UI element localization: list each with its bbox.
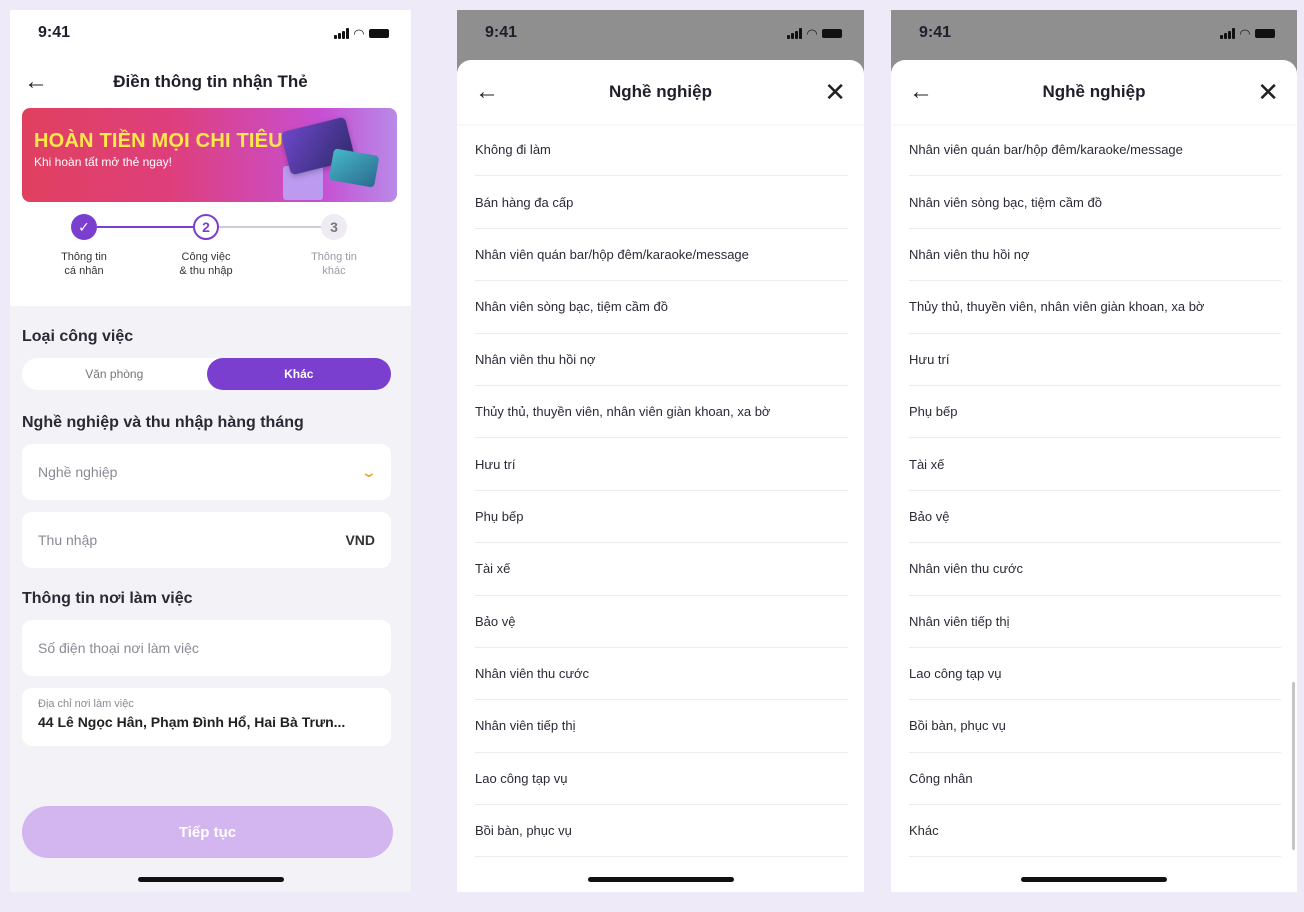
status-time: 9:41 bbox=[38, 24, 71, 41]
step-2-indicator: 2 bbox=[193, 214, 219, 240]
work-address-value: 44 Lê Ngọc Hân, Phạm Đình Hổ, Hai Bà Trư… bbox=[38, 714, 346, 730]
list-item[interactable]: Lao công tạp vụ bbox=[909, 648, 1281, 701]
occupation-picker-screen: 9:41 ◠ ← Nghề nghiệp ✕ Không đi làm Bán … bbox=[457, 10, 864, 892]
list-item[interactable]: Phụ bếp bbox=[475, 491, 848, 544]
list-item[interactable]: Phụ bếp bbox=[909, 386, 1281, 439]
list-item[interactable]: Nhân viên sòng bạc, tiệm cầm đồ bbox=[475, 281, 848, 334]
work-address-input[interactable]: Địa chỉ nơi làm việc 44 Lê Ngọc Hân, Phạ… bbox=[22, 688, 391, 746]
back-arrow-icon[interactable]: ← bbox=[909, 80, 933, 104]
home-indicator bbox=[587, 877, 734, 882]
signal-icon bbox=[787, 27, 802, 39]
status-bar: 9:41 ◠ bbox=[10, 10, 411, 56]
list-item[interactable]: Hưu trí bbox=[475, 438, 848, 491]
continue-button[interactable]: Tiếp tục bbox=[22, 806, 393, 858]
status-time: 9:41 bbox=[485, 24, 518, 41]
occupation-placeholder: Nghề nghiệp bbox=[38, 464, 118, 480]
list-item[interactable]: Nhân viên tiếp thị bbox=[909, 596, 1281, 648]
close-icon[interactable]: ✕ bbox=[1257, 79, 1279, 105]
occupation-picker-scrolled-screen: 9:41 ◠ ← Nghề nghiệp ✕ Nhân viên quán ba… bbox=[891, 10, 1297, 892]
sheet-header: ← Nghề nghiệp ✕ bbox=[457, 60, 864, 124]
home-indicator bbox=[137, 877, 284, 882]
occupation-dropdown[interactable]: Nghề nghiệp ⌄ bbox=[22, 444, 391, 500]
step-2-label: Công việc & thu nhập bbox=[179, 251, 233, 277]
list-item[interactable]: Nhân viên quán bar/hộp đêm/karaoke/messa… bbox=[475, 229, 848, 282]
occupation-bottom-sheet: ← Nghề nghiệp ✕ Không đi làm Bán hàng đa… bbox=[457, 60, 864, 892]
list-item[interactable]: Thủy thủ, thuyền viên, nhân viên giàn kh… bbox=[475, 386, 848, 439]
job-type-label: Loại công việc bbox=[22, 328, 134, 345]
list-item[interactable]: Bảo vệ bbox=[475, 596, 848, 648]
list-item[interactable]: Tài xế bbox=[475, 543, 848, 596]
list-item[interactable]: Nhân viên thu hồi nợ bbox=[475, 334, 848, 386]
list-item[interactable]: Công nhân bbox=[909, 753, 1281, 806]
occupation-bottom-sheet: ← Nghề nghiệp ✕ Nhân viên quán bar/hộp đ… bbox=[891, 60, 1297, 892]
step-3-indicator: 3 bbox=[321, 214, 347, 240]
job-type-segmented-control: Văn phòng Khác bbox=[22, 358, 391, 390]
signal-icon bbox=[1220, 27, 1235, 39]
status-icons: ◠ bbox=[334, 27, 389, 40]
battery-icon bbox=[1255, 28, 1275, 38]
job-type-option-other[interactable]: Khác bbox=[206, 358, 391, 390]
close-icon[interactable]: ✕ bbox=[824, 79, 846, 105]
status-bar: 9:41 ◠ bbox=[457, 10, 864, 56]
list-item[interactable]: Hưu trí bbox=[909, 334, 1281, 386]
page-title: Điền thông tin nhận Thẻ bbox=[113, 72, 308, 91]
progress-stepper: ✓ 2 3 Thông tin cá nhân Công việc & thu nh… bbox=[10, 202, 411, 306]
status-time: 9:41 bbox=[919, 24, 952, 41]
income-input[interactable]: Thu nhập VND bbox=[22, 512, 391, 568]
job-type-option-office[interactable]: Văn phòng bbox=[22, 367, 207, 381]
list-item[interactable]: Bồi bàn, phục vụ bbox=[909, 700, 1281, 753]
scrollbar[interactable] bbox=[1292, 682, 1295, 850]
wifi-icon: ◠ bbox=[1240, 25, 1250, 41]
sheet-title: Nghề nghiệp bbox=[1042, 82, 1146, 101]
list-item[interactable]: Bồi bàn, phục vụ bbox=[475, 805, 848, 858]
step-1-check-icon: ✓ bbox=[71, 214, 97, 240]
list-item[interactable]: Tài xế bbox=[909, 438, 1281, 491]
list-item[interactable]: Nhân viên sòng bạc, tiệm cầm đồ bbox=[909, 176, 1281, 229]
work-phone-placeholder: Số điện thoại nơi làm việc bbox=[38, 640, 199, 656]
signal-icon bbox=[334, 27, 349, 39]
income-placeholder: Thu nhập bbox=[38, 532, 98, 548]
work-address-label: Địa chỉ nơi làm việc bbox=[38, 698, 134, 710]
list-item[interactable]: Bán hàng đa cấp bbox=[475, 176, 848, 229]
wifi-icon: ◠ bbox=[354, 25, 364, 41]
screen-header: ← Điền thông tin nhận Thẻ bbox=[10, 56, 411, 108]
status-icons: ◠ bbox=[787, 27, 842, 40]
battery-icon bbox=[822, 28, 842, 38]
credit-card-illustration bbox=[328, 148, 380, 188]
step-3-label: Thông tin khác bbox=[311, 251, 357, 277]
chevron-down-icon: ⌄ bbox=[360, 463, 378, 480]
step-1-label: Thông tin cá nhân bbox=[61, 251, 107, 277]
occupation-list: Nhân viên quán bar/hộp đêm/karaoke/messa… bbox=[891, 124, 1297, 858]
back-arrow-icon[interactable]: ← bbox=[24, 70, 48, 94]
list-item[interactable]: Khác bbox=[909, 805, 1281, 858]
work-phone-input[interactable]: Số điện thoại nơi làm việc bbox=[22, 620, 391, 676]
sheet-header: ← Nghề nghiệp ✕ bbox=[891, 60, 1297, 124]
step-connector bbox=[219, 226, 321, 228]
list-item[interactable]: Nhân viên quán bar/hộp đêm/karaoke/messa… bbox=[909, 124, 1281, 177]
occupation-list: Không đi làm Bán hàng đa cấp Nhân viên q… bbox=[457, 124, 864, 858]
application-form-screen: 9:41 ◠ ← Điền thông tin nhận Thẻ HOÀN TI… bbox=[10, 10, 411, 892]
battery-icon bbox=[369, 28, 389, 38]
sheet-title: Nghề nghiệp bbox=[609, 82, 712, 101]
wifi-icon: ◠ bbox=[807, 25, 817, 41]
list-item[interactable]: Bảo vệ bbox=[909, 491, 1281, 544]
status-icons: ◠ bbox=[1220, 27, 1275, 40]
form-top-section: 9:41 ◠ ← Điền thông tin nhận Thẻ HOÀN TI… bbox=[10, 10, 411, 306]
list-item[interactable]: Nhân viên thu hồi nợ bbox=[909, 229, 1281, 282]
list-item[interactable]: Nhân viên tiếp thị bbox=[475, 700, 848, 753]
list-item[interactable]: Không đi làm bbox=[475, 124, 848, 177]
status-bar: 9:41 ◠ bbox=[891, 10, 1297, 56]
home-indicator bbox=[1021, 877, 1167, 882]
workplace-section-label: Thông tin nơi làm việc bbox=[22, 590, 193, 607]
back-arrow-icon[interactable]: ← bbox=[475, 80, 499, 104]
list-item[interactable]: Nhân viên thu cước bbox=[475, 648, 848, 701]
list-item[interactable]: Lao công tạp vụ bbox=[475, 753, 848, 806]
list-item[interactable]: Nhân viên thu cước bbox=[909, 543, 1281, 596]
currency-unit: VND bbox=[345, 532, 375, 548]
list-item[interactable]: Thủy thủ, thuyền viên, nhân viên giàn kh… bbox=[909, 281, 1281, 334]
income-section-label: Nghề nghiệp và thu nhập hàng tháng bbox=[22, 414, 304, 431]
step-connector bbox=[97, 226, 193, 228]
promo-banner[interactable]: HOÀN TIỀN MỌI CHI TIÊU Khi hoàn tất mở t… bbox=[22, 108, 397, 202]
